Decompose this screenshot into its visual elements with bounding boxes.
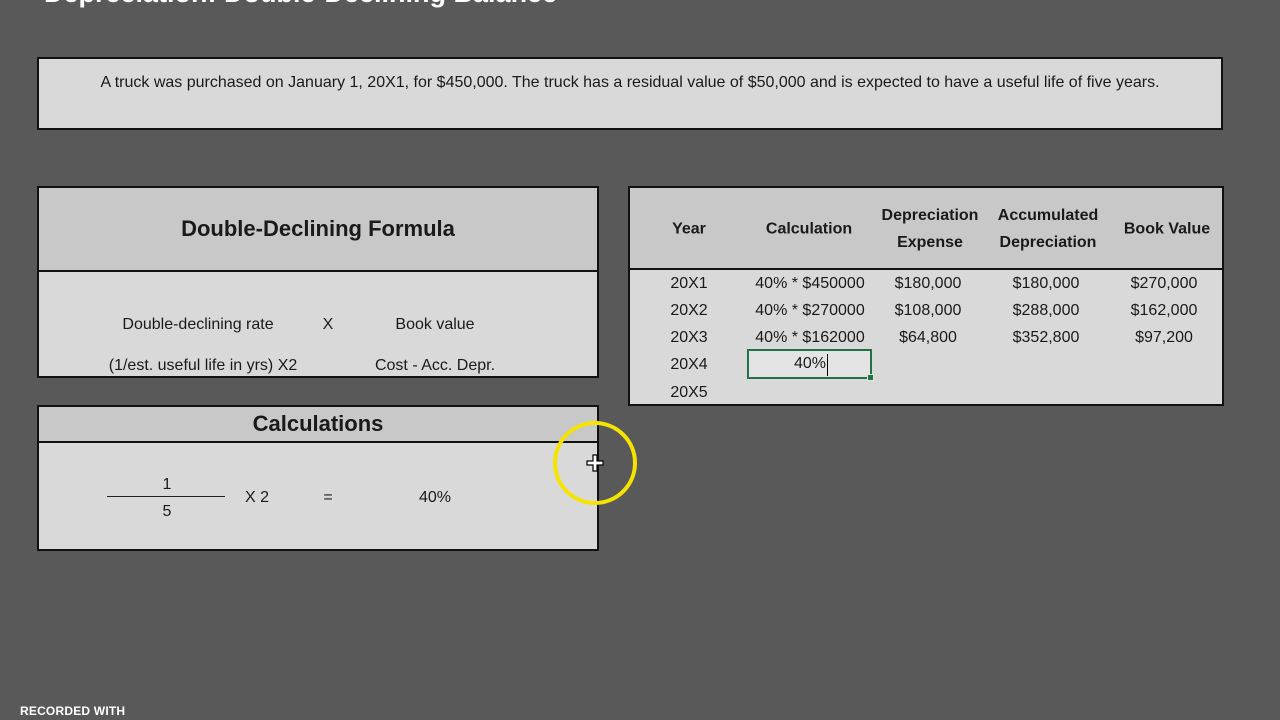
cell-book-2[interactable]: $162,000 [1131, 302, 1198, 320]
formula-left-label: Double-declining rate [122, 316, 274, 333]
formula-panel: Double-Declining Formula Double-declinin… [37, 186, 599, 378]
formula-heading: Double-Declining Formula [39, 188, 597, 272]
header-acc-line2: Depreciation [999, 234, 1097, 251]
header-acc-line1: Accumulated [997, 207, 1099, 224]
cell-expense-3[interactable]: $64,800 [899, 329, 957, 347]
header-dep-line1: Depreciation [881, 207, 979, 224]
recorded-with-watermark: RECORDED WITH [20, 704, 126, 718]
header-accumulated-depreciation[interactable]: Accumulated Depreciation [998, 202, 1098, 256]
cell-expense-2[interactable]: $108,000 [895, 302, 962, 320]
active-cell-value: 40% [793, 355, 826, 372]
cell-calc-2[interactable]: 40% * $270000 [755, 302, 864, 320]
calculations-panel: Calculations 1 5 X 2 = 40% [37, 405, 599, 551]
cell-year-2[interactable]: 20X2 [670, 302, 707, 320]
depreciation-table: Year Calculation Depreciation Expense Ac… [628, 186, 1224, 406]
active-cell-calc-4[interactable]: 40% [747, 349, 874, 381]
cell-accum-1[interactable]: $180,000 [1013, 275, 1080, 293]
formula-left-detail: (1/est. useful life in yrs) X2 [108, 357, 298, 374]
fraction-bar [107, 496, 225, 497]
header-year[interactable]: Year [672, 216, 706, 243]
formula-operator: X [322, 316, 334, 333]
cell-calc-1[interactable]: 40% * $450000 [755, 275, 864, 293]
formula-right-detail: Cost - Acc. Depr. [374, 357, 496, 374]
table-header-row: Year Calculation Depreciation Expense Ac… [630, 188, 1222, 270]
cell-accum-2[interactable]: $288,000 [1013, 302, 1080, 320]
header-dep-line2: Expense [897, 234, 963, 251]
calculations-heading: Calculations [39, 407, 597, 443]
header-depreciation-expense[interactable]: Depreciation Expense [882, 202, 979, 256]
problem-text: A truck was purchased on January 1, 20X1… [100, 74, 1160, 91]
cell-year-3[interactable]: 20X3 [670, 329, 707, 347]
problem-statement-box: A truck was purchased on January 1, 20X1… [37, 57, 1223, 130]
cell-book-1[interactable]: $270,000 [1131, 275, 1198, 293]
fraction-denominator: 5 [162, 503, 172, 520]
fill-handle[interactable] [867, 374, 874, 381]
move-cross-cursor-icon [586, 454, 604, 472]
cell-calc-3[interactable]: 40% * $162000 [755, 329, 864, 347]
calc-equals: = [323, 489, 333, 506]
cell-year-5[interactable]: 20X5 [670, 384, 707, 402]
cell-accum-3[interactable]: $352,800 [1013, 329, 1080, 347]
header-book-value[interactable]: Book Value [1124, 216, 1210, 243]
text-caret [827, 354, 828, 376]
calc-result: 40% [418, 489, 452, 506]
page-title: Depreciation: Double-Declining Balance [44, 0, 557, 9]
cell-expense-1[interactable]: $180,000 [895, 275, 962, 293]
formula-right-label: Book value [395, 316, 475, 333]
cell-year-1[interactable]: 20X1 [670, 275, 707, 293]
header-calculation[interactable]: Calculation [766, 216, 852, 243]
cell-book-3[interactable]: $97,200 [1135, 329, 1193, 347]
fraction-numerator: 1 [162, 476, 172, 493]
calc-multiplier: X 2 [244, 489, 270, 506]
cell-year-4[interactable]: 20X4 [670, 356, 707, 374]
